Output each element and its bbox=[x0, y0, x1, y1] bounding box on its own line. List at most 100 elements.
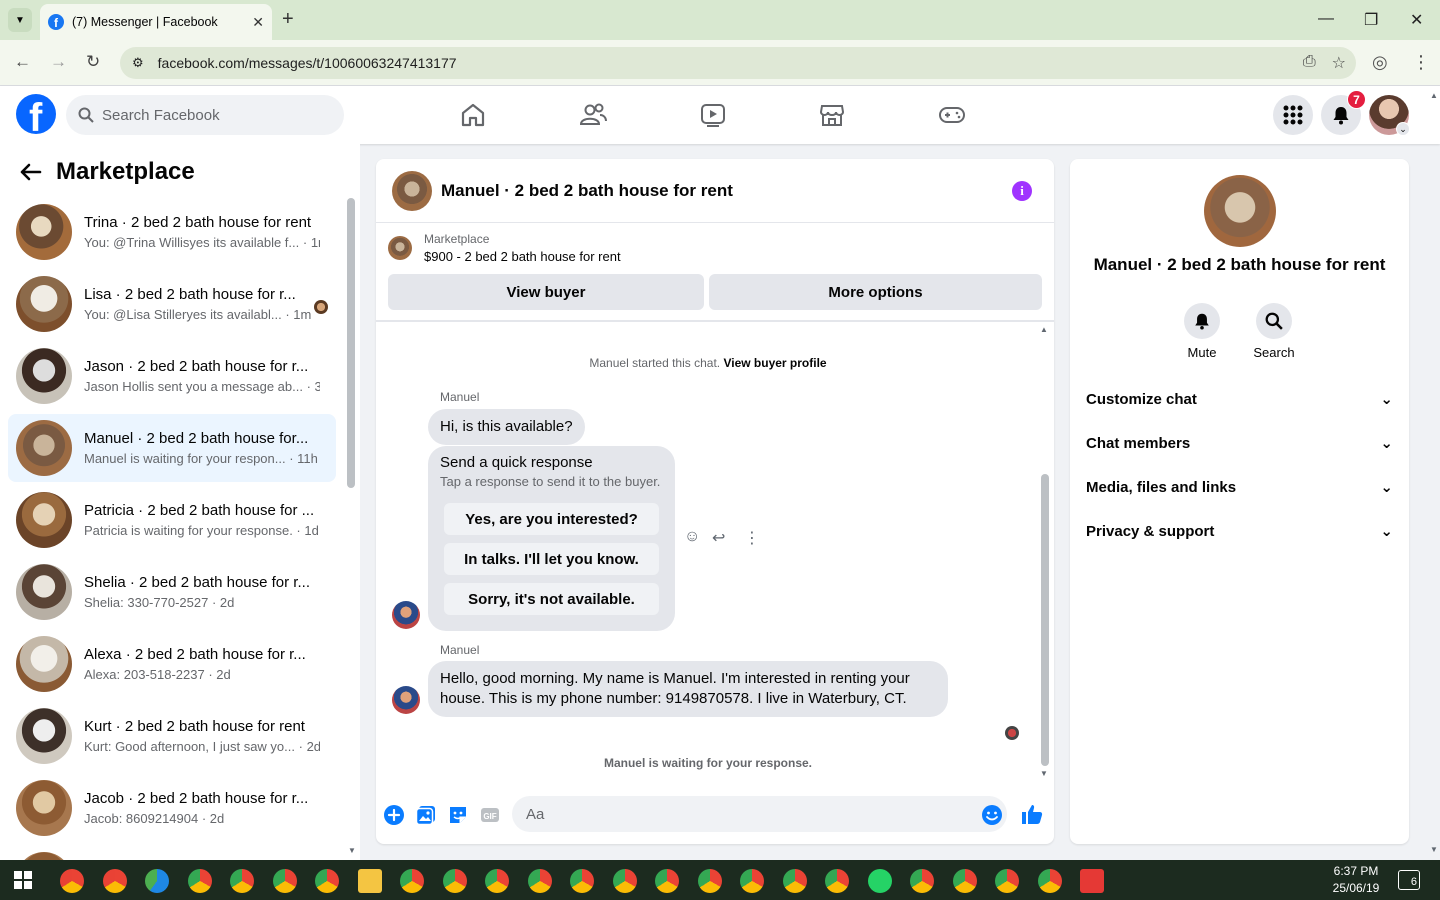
chrome-icon[interactable] bbox=[782, 869, 807, 893]
back-icon[interactable]: ← bbox=[14, 52, 31, 72]
message-input[interactable] bbox=[512, 796, 1007, 832]
browser-tab[interactable]: f (7) Messenger | Facebook ✕ bbox=[40, 4, 272, 40]
scroll-up-icon[interactable]: ▲ bbox=[1040, 325, 1048, 334]
chrome-icon[interactable] bbox=[910, 869, 934, 893]
bookmark-star-icon[interactable]: ☆ bbox=[1332, 53, 1346, 73]
sidebar-scrollbar[interactable] bbox=[347, 198, 355, 488]
chrome-icon[interactable] bbox=[60, 869, 84, 893]
chrome-icon[interactable] bbox=[995, 869, 1019, 893]
facebook-search-input[interactable]: Search Facebook bbox=[66, 95, 344, 135]
chrome-icon[interactable] bbox=[952, 869, 977, 893]
chrome-icon[interactable] bbox=[400, 869, 424, 893]
whatsapp-icon[interactable] bbox=[867, 869, 892, 893]
chrome-icon[interactable] bbox=[315, 869, 339, 893]
quick-reply-in-talks-button[interactable]: In talks. I'll let you know. bbox=[444, 543, 659, 575]
quick-reply-not-available-button[interactable]: Sorry, it's not available. bbox=[444, 583, 659, 615]
chrome-icon[interactable] bbox=[740, 869, 764, 893]
customize-chat-section[interactable]: Customize chat ⌄ bbox=[1086, 379, 1393, 419]
conversation-item[interactable]: Kurt · 2 bed 2 bath house for rent Kurt: … bbox=[8, 702, 336, 770]
chrome-icon[interactable] bbox=[825, 869, 849, 893]
privacy-support-section[interactable]: Privacy & support ⌄ bbox=[1086, 511, 1393, 551]
chrome-icon[interactable] bbox=[272, 869, 297, 893]
more-actions-icon[interactable]: ⋮ bbox=[744, 528, 760, 548]
chrome-icon[interactable] bbox=[570, 869, 594, 893]
reload-icon[interactable]: ↻ bbox=[86, 52, 100, 72]
conversation-item[interactable]: Manuel · 2 bed 2 bath house for... Manuel… bbox=[8, 414, 336, 482]
listing-title[interactable]: $900 - 2 bed 2 bath house for rent bbox=[424, 249, 621, 264]
chat-title[interactable]: Manuel · 2 bed 2 bath house for rent bbox=[441, 181, 733, 201]
conversation-item[interactable]: Alexa · 2 bed 2 bath house for r... Alexa… bbox=[8, 630, 336, 698]
listing-photo[interactable] bbox=[1204, 175, 1276, 247]
react-emoji-icon[interactable]: ☺ bbox=[684, 528, 700, 546]
tab-search-button[interactable]: ▼ bbox=[8, 8, 32, 32]
conversation-item[interactable]: Lisa · 2 bed 2 bath house for r... You: @… bbox=[8, 270, 336, 338]
reply-icon[interactable]: ↩ bbox=[712, 528, 725, 548]
conversation-item[interactable]: Gabby · 2 bed 2 bath house for r... bbox=[8, 846, 336, 860]
search-conversation-button[interactable]: Search bbox=[1244, 303, 1304, 360]
browser-profile-icon[interactable]: ◎ bbox=[1372, 52, 1388, 73]
minimize-icon[interactable]: — bbox=[1318, 10, 1334, 28]
conversation-item[interactable]: Patricia · 2 bed 2 bath house for ... Pat… bbox=[8, 486, 336, 554]
chrome-icon[interactable] bbox=[612, 869, 637, 893]
listing-thumbnail[interactable] bbox=[388, 236, 412, 260]
friends-icon[interactable] bbox=[578, 100, 608, 130]
quick-reply-yes-button[interactable]: Yes, are you interested? bbox=[444, 503, 659, 535]
thumbs-up-icon[interactable] bbox=[1020, 802, 1044, 826]
folder-icon[interactable] bbox=[357, 869, 382, 893]
chrome-icon[interactable] bbox=[102, 869, 127, 893]
anydesk-icon[interactable] bbox=[1080, 869, 1104, 893]
maximize-icon[interactable]: ❐ bbox=[1364, 10, 1378, 30]
page-scroll-up-icon[interactable]: ▲ bbox=[1430, 91, 1438, 100]
close-window-icon[interactable]: ✕ bbox=[1410, 10, 1423, 30]
page-scroll-down-icon[interactable]: ▼ bbox=[1430, 845, 1438, 854]
sticker-icon[interactable] bbox=[447, 804, 469, 826]
scroll-down-icon[interactable]: ▼ bbox=[348, 846, 356, 855]
message-bubble[interactable]: Hello, good morning. My name is Manuel. … bbox=[428, 661, 948, 717]
more-options-button[interactable]: More options bbox=[709, 274, 1042, 310]
new-tab-icon[interactable]: + bbox=[282, 8, 294, 31]
sender-avatar[interactable] bbox=[392, 686, 420, 714]
emoji-icon[interactable] bbox=[981, 804, 1003, 826]
chrome-icon[interactable] bbox=[1037, 869, 1062, 893]
windows-start-icon[interactable] bbox=[14, 871, 32, 889]
close-tab-icon[interactable]: ✕ bbox=[252, 14, 264, 31]
address-bar[interactable]: ⚙ facebook.com/messages/t/10060063247413… bbox=[120, 47, 1356, 79]
conversation-item[interactable]: Trina · 2 bed 2 bath house for rent You: … bbox=[8, 198, 336, 266]
messages-scrollbar[interactable] bbox=[1041, 474, 1049, 766]
chrome-icon[interactable] bbox=[187, 869, 212, 893]
forward-icon[interactable]: → bbox=[50, 52, 67, 72]
plus-circle-icon[interactable] bbox=[383, 804, 405, 826]
system-clock[interactable]: 6:37 PM 25/06/19 bbox=[1326, 863, 1386, 897]
gif-icon[interactable]: GIF bbox=[479, 804, 501, 826]
browser-menu-icon[interactable]: ⋮ bbox=[1412, 52, 1430, 73]
info-icon[interactable]: i bbox=[1012, 181, 1032, 201]
menu-grid-button[interactable] bbox=[1273, 95, 1313, 135]
facebook-logo-icon[interactable]: f bbox=[16, 94, 56, 134]
photo-icon[interactable] bbox=[415, 804, 437, 826]
conversation-item[interactable]: Shelia · 2 bed 2 bath house for r... Shel… bbox=[8, 558, 336, 626]
site-info-icon[interactable]: ⚙ bbox=[132, 55, 144, 71]
chrome-icon[interactable] bbox=[527, 869, 552, 893]
edge-icon[interactable] bbox=[145, 869, 169, 893]
chrome-icon[interactable] bbox=[442, 869, 467, 893]
chrome-icon[interactable] bbox=[655, 869, 679, 893]
gaming-icon[interactable] bbox=[937, 100, 967, 130]
chrome-icon[interactable] bbox=[485, 869, 509, 893]
install-app-icon[interactable]: ⎙ bbox=[1303, 53, 1316, 73]
action-center-icon[interactable]: 6 bbox=[1398, 870, 1420, 890]
view-buyer-profile-link[interactable]: View buyer profile bbox=[723, 356, 826, 370]
scroll-down-icon[interactable]: ▼ bbox=[1040, 769, 1048, 778]
view-buyer-button[interactable]: View buyer bbox=[388, 274, 704, 310]
media-files-links-section[interactable]: Media, files and links ⌄ bbox=[1086, 467, 1393, 507]
chat-members-section[interactable]: Chat members ⌄ bbox=[1086, 423, 1393, 463]
sender-avatar[interactable] bbox=[392, 601, 420, 629]
chevron-down-icon[interactable]: ⌄ bbox=[1396, 122, 1410, 136]
back-arrow-icon[interactable] bbox=[20, 163, 42, 181]
chrome-icon[interactable] bbox=[230, 869, 254, 893]
home-icon[interactable] bbox=[458, 100, 488, 130]
chrome-icon[interactable] bbox=[697, 869, 722, 893]
chat-thumbnail[interactable] bbox=[392, 170, 432, 211]
video-icon[interactable] bbox=[698, 100, 728, 130]
marketplace-icon[interactable] bbox=[817, 100, 847, 130]
mute-button[interactable]: Mute bbox=[1172, 303, 1232, 360]
